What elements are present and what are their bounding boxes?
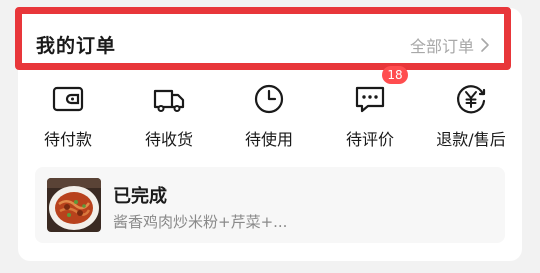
yuan-refund-icon — [457, 85, 486, 114]
chevron-right-icon — [481, 38, 489, 52]
all-orders-link[interactable]: 全部订单 — [410, 33, 490, 57]
status-pending-payment[interactable]: 待付款 — [18, 78, 118, 158]
status-label: 待收货 — [144, 130, 193, 149]
order-status-text: 已完成 — [113, 186, 167, 207]
clock-icon — [254, 84, 284, 114]
my-orders-header[interactable]: 我的订单 全部订单 — [15, 7, 511, 70]
wallet-icon — [52, 86, 84, 112]
status-refund-aftersale[interactable]: 退款/售后 — [421, 78, 521, 158]
status-label: 退款/售后 — [436, 130, 506, 149]
status-pending-review[interactable]: 待评价 — [320, 78, 420, 158]
status-label: 待使用 — [244, 130, 293, 149]
status-pending-receipt[interactable]: 待收货 — [119, 78, 219, 158]
order-status-row: 待付款 待收货 待使用 待评价 退款/售后 18 — [18, 66, 522, 158]
all-orders-label: 全部订单 — [409, 37, 474, 56]
status-label: 待付款 — [43, 130, 92, 149]
food-thumbnail — [47, 178, 101, 232]
order-item-description: 酱香鸡肉炒米粉+芹菜+... — [113, 213, 288, 231]
truck-icon — [153, 89, 185, 112]
my-orders-title: 我的订单 — [36, 35, 117, 57]
recent-order-card[interactable]: 已完成 酱香鸡肉炒米粉+芹菜+... — [35, 167, 505, 243]
review-count-badge: 18 — [382, 66, 408, 84]
status-pending-use[interactable]: 待使用 — [219, 78, 319, 158]
status-label: 待评价 — [345, 130, 394, 149]
comment-icon — [355, 86, 385, 113]
